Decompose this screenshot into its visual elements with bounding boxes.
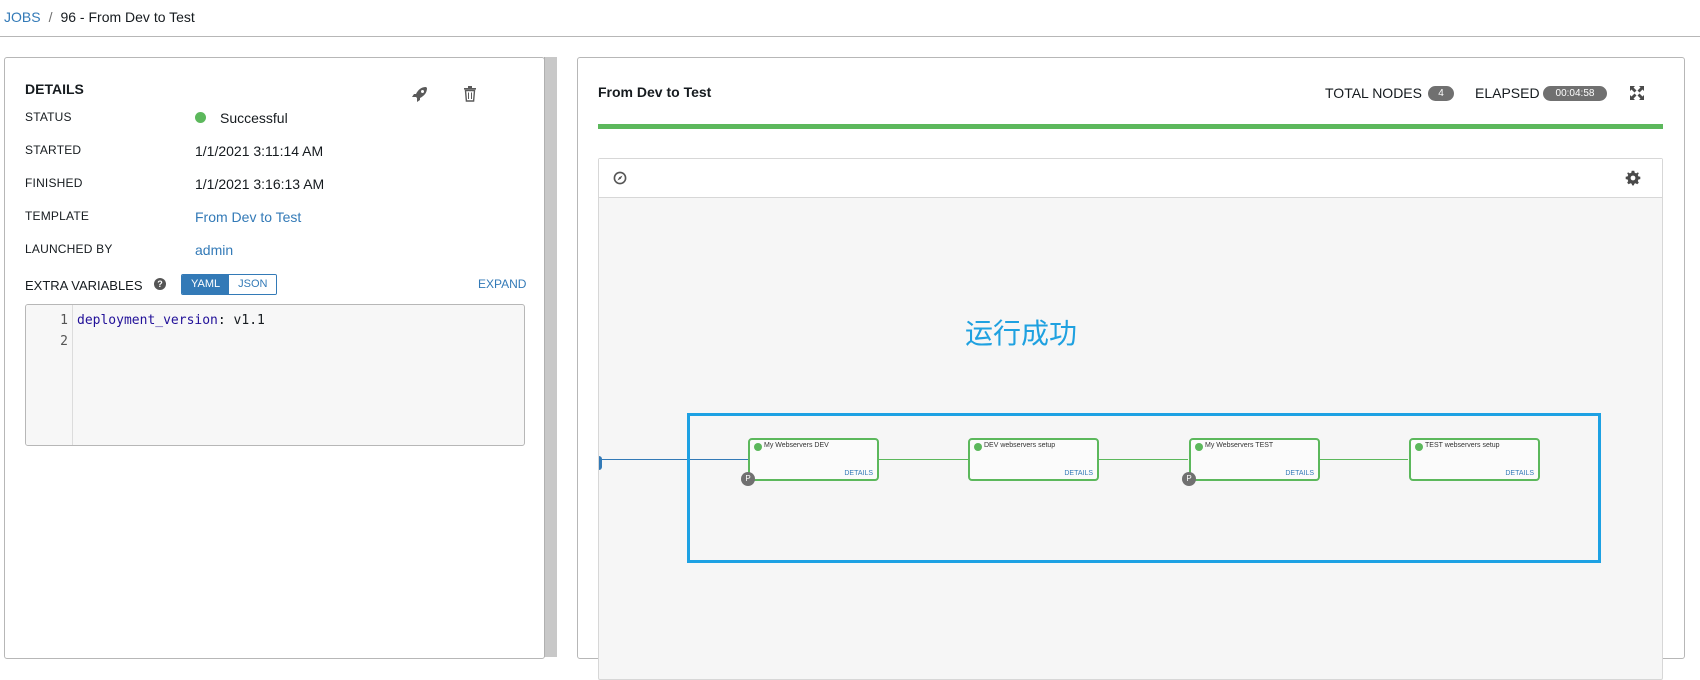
status-value: Successful — [220, 110, 288, 126]
workflow-title: From Dev to Test — [598, 84, 712, 100]
elapsed-badge: 00:04:58 — [1543, 86, 1607, 101]
workflow-node[interactable]: TEST webservers setup DETAILS — [1409, 438, 1540, 481]
node-status-icon — [1195, 443, 1203, 451]
workflow-graph[interactable]: 运行成功 My Webservers DEV DETAILS P DEV web… — [598, 158, 1663, 680]
header-divider — [0, 36, 1700, 37]
workflow-edge — [1319, 459, 1408, 460]
breadcrumb: JOBS / 96 - From Dev to Test — [4, 9, 195, 25]
workflow-progress-bar — [598, 124, 1663, 129]
extra-variables-label: EXTRA VARIABLES — [25, 278, 143, 293]
details-panel: DETAILS STATUS Successful STARTED 1/1/20… — [4, 57, 545, 659]
details-title: DETAILS — [25, 81, 84, 97]
line-number-gutter: 1 2 — [26, 305, 73, 445]
code-line: deployment_version: v1.1 — [77, 313, 265, 328]
compass-icon[interactable] — [613, 171, 633, 191]
node-details-link[interactable]: DETAILS — [1064, 470, 1093, 477]
workflow-node[interactable]: My Webservers DEV DETAILS — [748, 438, 879, 481]
status-indicator-icon — [195, 112, 206, 123]
node-name: TEST webservers setup — [1425, 442, 1500, 449]
workflow-node[interactable]: DEV webservers setup DETAILS — [968, 438, 1099, 481]
workflow-edge — [1099, 459, 1188, 460]
yaml-value: v1.1 — [225, 313, 265, 328]
success-annotation: 运行成功 — [965, 318, 1078, 349]
gear-icon[interactable] — [1625, 170, 1645, 190]
node-status-icon — [974, 443, 982, 451]
json-toggle-button[interactable]: JSON — [229, 275, 277, 294]
node-details-link[interactable]: DETAILS — [844, 470, 873, 477]
yaml-colon: : — [217, 313, 226, 328]
started-value: 1/1/2021 3:11:14 AM — [195, 143, 324, 159]
workflow-panel: From Dev to Test TOTAL NODES 4 ELAPSED 0… — [577, 57, 1685, 680]
workflow-edge — [879, 459, 968, 460]
breadcrumb-separator: / — [48, 9, 53, 25]
format-toggle: YAML JSON — [181, 274, 278, 295]
total-nodes-badge: 4 — [1428, 86, 1454, 101]
node-details-link[interactable]: DETAILS — [1505, 470, 1534, 477]
node-status-icon — [754, 443, 762, 451]
node-name: My Webservers TEST — [1205, 442, 1274, 449]
node-name: My Webservers DEV — [764, 442, 829, 449]
template-label: TEMPLATE — [25, 209, 90, 223]
graph-toolbar — [599, 159, 1662, 198]
line-number: 2 — [60, 334, 68, 349]
status-label: STATUS — [25, 110, 72, 124]
expand-arrows-icon[interactable] — [1629, 85, 1649, 105]
rocket-icon[interactable] — [411, 85, 431, 105]
launched-by-label: LAUNCHED BY — [25, 242, 113, 256]
expand-link[interactable]: EXPAND — [478, 277, 526, 291]
trash-icon[interactable] — [463, 86, 483, 106]
finished-value: 1/1/2021 3:16:13 AM — [195, 176, 325, 192]
elapsed-label: ELAPSED — [1475, 85, 1540, 101]
yaml-toggle-button[interactable]: YAML — [182, 275, 230, 294]
total-nodes-label: TOTAL NODES — [1325, 85, 1422, 101]
finished-label: FINISHED — [25, 176, 83, 190]
extra-variables-editor[interactable]: 1 2 deployment_version: v1.1 — [25, 304, 525, 446]
template-link[interactable]: From Dev to Test — [195, 209, 301, 225]
launched-by-link[interactable]: admin — [195, 242, 233, 258]
started-label: STARTED — [25, 143, 82, 157]
breadcrumb-jobs-link[interactable]: JOBS — [4, 9, 41, 25]
project-badge-icon: P — [741, 472, 755, 486]
node-name: DEV webservers setup — [984, 442, 1056, 449]
yaml-key: deployment_version — [77, 313, 218, 328]
project-badge-icon: P — [1182, 472, 1196, 486]
help-icon[interactable]: ? — [154, 278, 166, 290]
line-number: 1 — [60, 313, 68, 328]
node-status-icon — [1415, 443, 1423, 451]
annotation-highlight-box — [687, 413, 1601, 563]
node-details-link[interactable]: DETAILS — [1285, 470, 1314, 477]
breadcrumb-current: 96 - From Dev to Test — [60, 9, 195, 25]
workflow-node[interactable]: My Webservers TEST DETAILS — [1189, 438, 1320, 481]
panel-resize-scrollbar[interactable] — [544, 57, 557, 657]
